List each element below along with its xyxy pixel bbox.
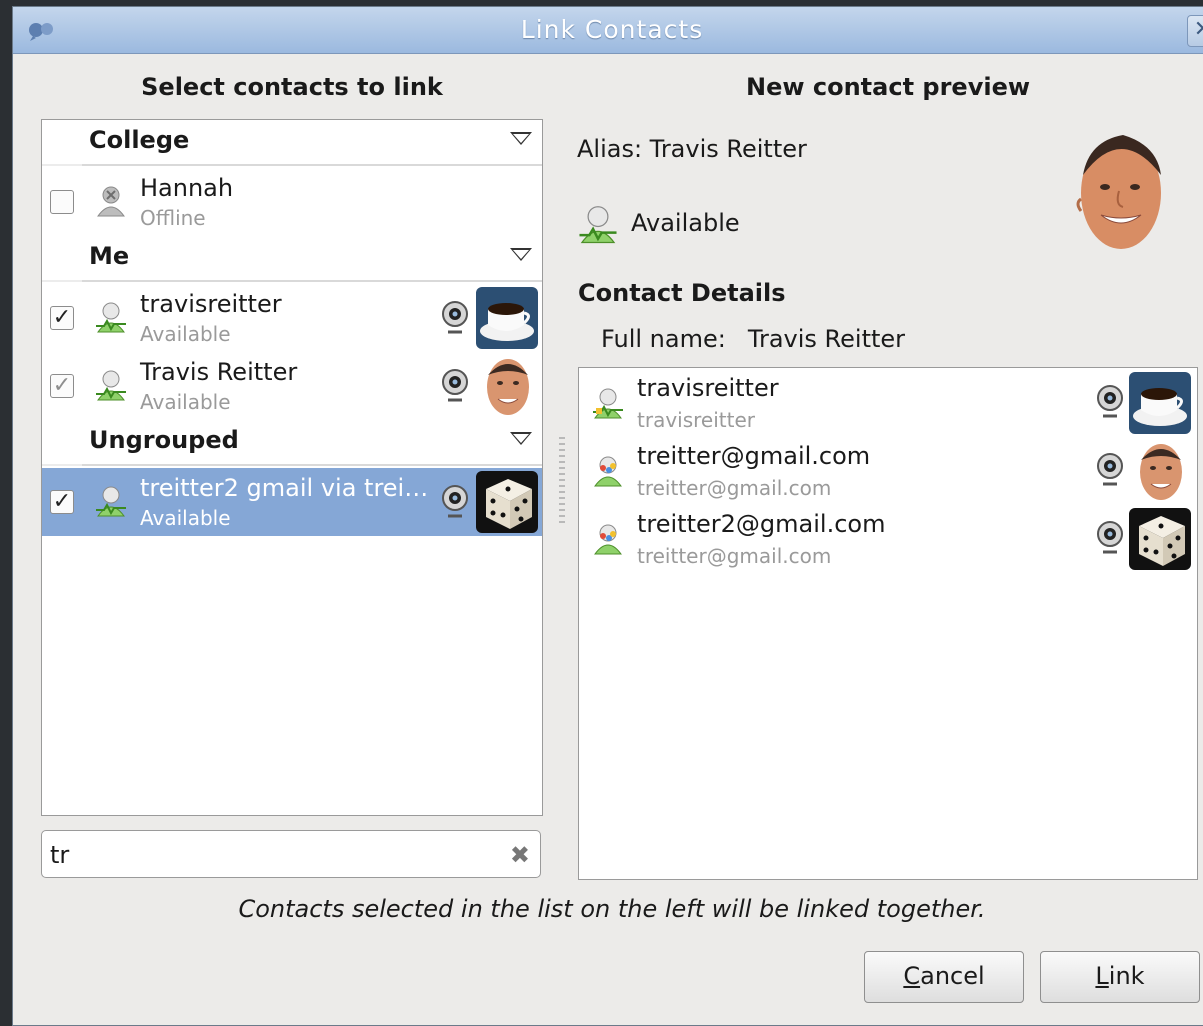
available-status-icon: [593, 388, 623, 419]
webcam-icon: [1097, 453, 1123, 486]
face-avatar: [1135, 440, 1187, 502]
link-checkbox[interactable]: ✓: [50, 490, 74, 514]
available-status-icon: [96, 370, 126, 401]
coffee-avatar: [476, 287, 538, 349]
link-checkbox[interactable]: ✓: [50, 306, 74, 330]
divider: [82, 164, 542, 166]
pane-splitter-handle[interactable]: [559, 437, 565, 527]
group-name: Ungrouped: [89, 426, 239, 454]
dice-avatar: [476, 471, 538, 533]
divider: [42, 280, 82, 282]
contact-status: Offline: [140, 206, 206, 230]
available-status-icon: [96, 302, 126, 333]
dice-avatar: [1129, 508, 1191, 570]
full-name-value: Travis Reitter: [747, 325, 906, 353]
webcam-icon: [442, 485, 468, 518]
title-bar[interactable]: Link Contacts ✕: [13, 7, 1203, 54]
contact-name: Travis Reitter: [140, 358, 298, 386]
presence-text: Available: [631, 209, 740, 237]
divider: [82, 280, 542, 282]
persona-name: treitter@gmail.com: [637, 442, 871, 470]
webcam-icon: [1097, 521, 1123, 554]
link-button[interactable]: Link: [1040, 951, 1200, 1003]
link-checkbox[interactable]: ✓: [50, 374, 74, 398]
expand-triangle-icon[interactable]: [510, 432, 532, 445]
persona-row[interactable]: travisreitter travisreitter: [579, 370, 1197, 438]
expand-triangle-icon[interactable]: [510, 132, 532, 145]
contact-name: treitter2 gmail via trei…: [140, 474, 429, 502]
persona-name: travisreitter: [637, 374, 779, 402]
offline-status-icon: [97, 186, 125, 217]
persona-id: treitter@gmail.com: [637, 544, 832, 568]
coffee-avatar: [1129, 372, 1191, 434]
contact-row-travis-reitter[interactable]: ✓ Travis Reitter Available: [42, 352, 542, 420]
contact-details-heading: Contact Details: [578, 279, 786, 307]
persona-row[interactable]: treitter@gmail.com treitter@gmail.com: [579, 438, 1197, 506]
group-header-me[interactable]: Me: [42, 236, 542, 282]
contact-row-treitter2[interactable]: ✓ treitter2 gmail via trei… Available: [42, 468, 542, 536]
help-note: Contacts selected in the list on the lef…: [238, 895, 986, 923]
search-field[interactable]: tr ✖: [41, 830, 541, 878]
link-checkbox[interactable]: [50, 190, 74, 214]
close-button[interactable]: ✕: [1187, 15, 1203, 47]
contact-name: Hannah: [140, 174, 234, 202]
divider: [42, 164, 82, 166]
contact-avatar: [1076, 135, 1161, 249]
cancel-label: ancel: [920, 962, 985, 990]
webcam-icon: [442, 301, 468, 334]
persona-id: treitter@gmail.com: [637, 476, 832, 500]
gtalk-available-status-icon: [594, 524, 622, 555]
contact-status: Available: [140, 506, 231, 530]
divider: [42, 464, 82, 466]
group-name: College: [89, 126, 190, 154]
face-avatar: [482, 355, 534, 417]
divider: [82, 464, 542, 466]
full-name-row: Full name: Travis Reitter: [601, 325, 905, 353]
select-contacts-heading: Select contacts to link: [141, 73, 443, 101]
group-header-college[interactable]: College: [42, 120, 542, 166]
new-contact-preview-heading: New contact preview: [745, 73, 1031, 101]
clear-icon[interactable]: ✖: [510, 841, 530, 869]
webcam-icon: [442, 369, 468, 402]
contact-name: travisreitter: [140, 290, 282, 318]
available-status-icon: [579, 206, 617, 244]
contact-list[interactable]: College Hannah Offline Me ✓ travisreitte…: [41, 119, 543, 816]
link-label: ink: [1108, 962, 1145, 990]
group-name: Me: [89, 242, 130, 270]
persona-list[interactable]: travisreitter travisreitter treitter@gma…: [578, 367, 1198, 880]
available-status-icon: [96, 486, 126, 517]
contact-status: Available: [140, 322, 231, 346]
search-input[interactable]: tr: [50, 841, 69, 869]
webcam-icon: [1097, 385, 1123, 418]
link-mnemonic: L: [1095, 962, 1109, 990]
window-title: Link Contacts: [520, 15, 704, 44]
link-contacts-dialog: Link Contacts ✕ Select contacts to link …: [12, 6, 1203, 1026]
cancel-mnemonic: C: [903, 962, 921, 990]
close-icon: ✕: [1194, 17, 1203, 42]
expand-triangle-icon[interactable]: [510, 248, 532, 261]
full-name-label: Full name:: [601, 325, 726, 353]
cancel-button[interactable]: Cancel: [864, 951, 1024, 1003]
alias-label: Alias: Travis Reitter: [577, 135, 807, 163]
contact-status: Available: [140, 390, 231, 414]
persona-id: travisreitter: [637, 408, 755, 432]
contact-row-hannah[interactable]: Hannah Offline: [42, 168, 542, 236]
gtalk-available-status-icon: [594, 456, 622, 487]
persona-name: treitter2@gmail.com: [637, 510, 886, 538]
persona-row[interactable]: treitter2@gmail.com treitter@gmail.com: [579, 506, 1197, 574]
contact-row-travisreitter[interactable]: ✓ travisreitter Available: [42, 284, 542, 352]
group-header-ungrouped[interactable]: Ungrouped: [42, 420, 542, 466]
